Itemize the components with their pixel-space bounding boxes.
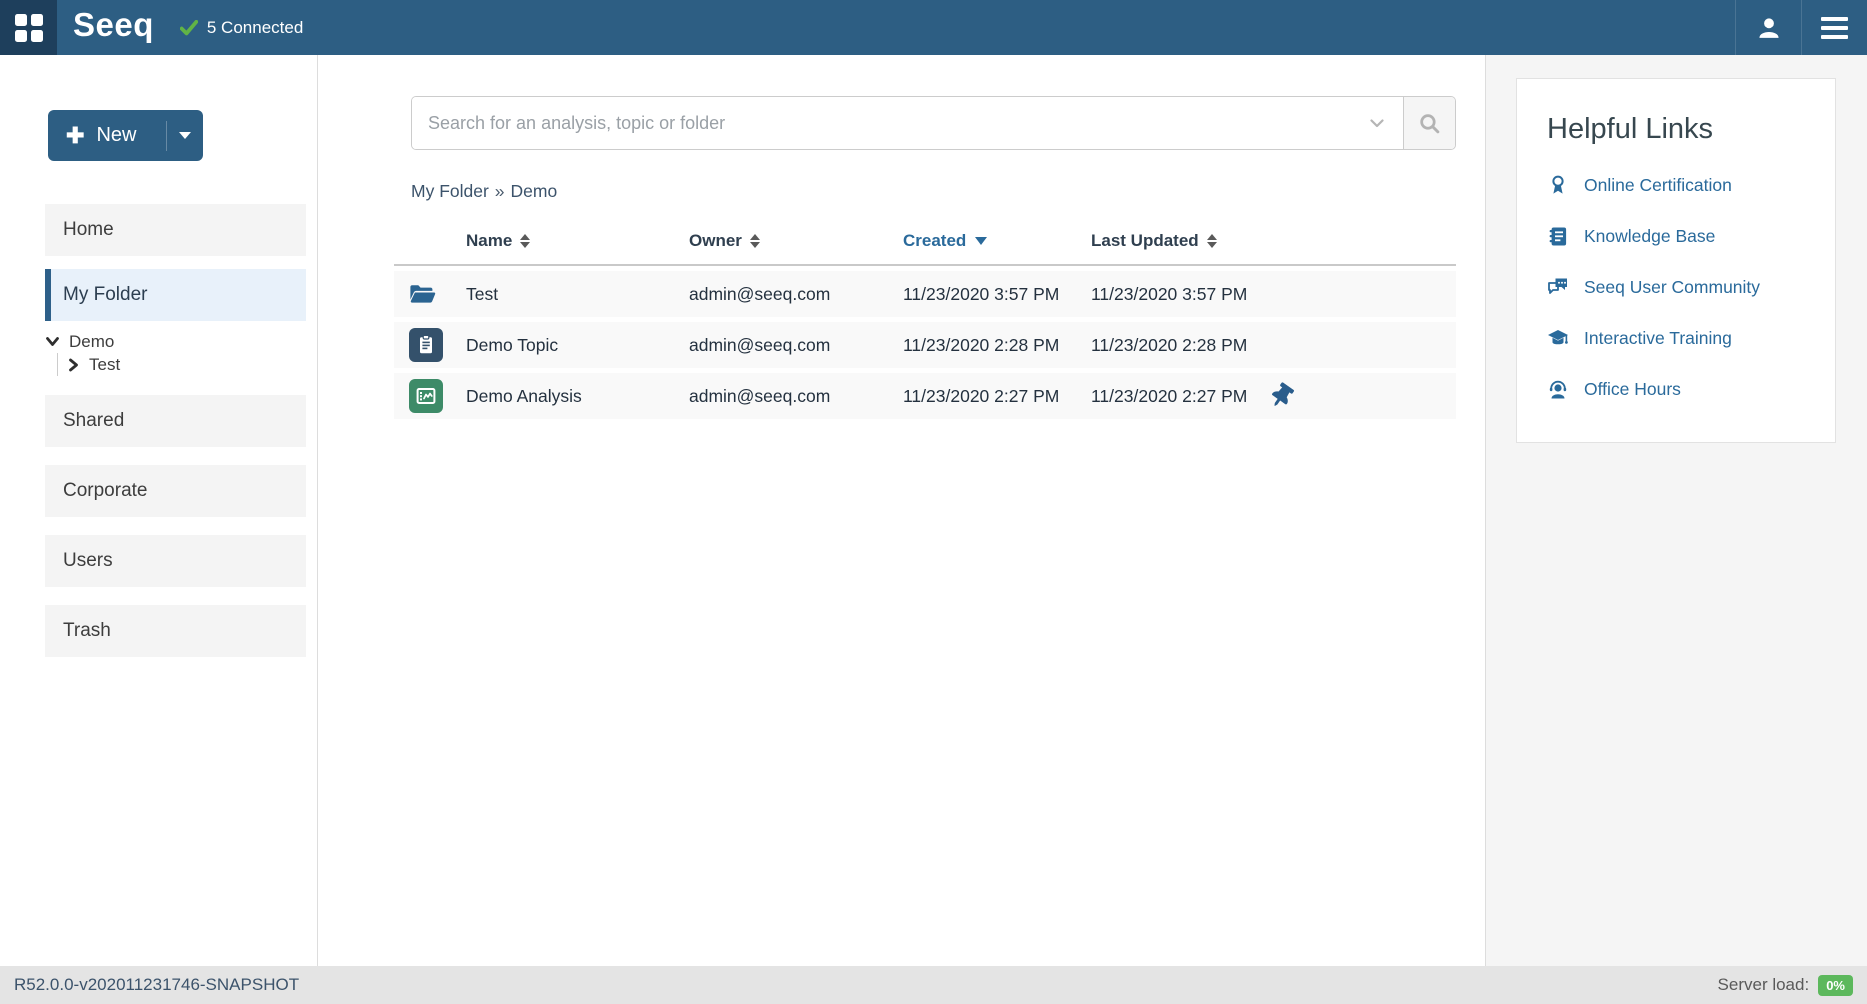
tree-item-demo[interactable]: Demo xyxy=(45,330,317,353)
top-navbar: Seeq 5 Connected xyxy=(0,0,1867,55)
sort-icon xyxy=(520,234,530,248)
right-panel: Helpful Links Online Certification xyxy=(1485,55,1867,966)
content-table: Name Owner Created Last Updated Test adm… xyxy=(394,221,1456,419)
column-header-owner[interactable]: Owner xyxy=(689,231,760,251)
link-label: Online Certification xyxy=(1584,175,1732,196)
search-input[interactable] xyxy=(412,97,1351,149)
status-bar: R52.0.0-v202011231746-SNAPSHOT Server lo… xyxy=(0,966,1867,1004)
app-grid-button[interactable] xyxy=(0,0,57,55)
sidebar-item-label: My Folder xyxy=(63,284,147,306)
tree-item-test[interactable]: Test xyxy=(67,353,317,376)
training-icon xyxy=(1547,329,1569,348)
link-seeq-user-community[interactable]: Seeq User Community xyxy=(1547,277,1815,298)
item-name: Test xyxy=(466,284,689,305)
certification-icon xyxy=(1547,174,1569,196)
sort-desc-icon xyxy=(975,237,987,245)
table-header: Name Owner Created Last Updated xyxy=(394,221,1456,266)
item-created: 11/23/2020 2:28 PM xyxy=(903,335,1091,356)
item-owner: admin@seeq.com xyxy=(689,335,903,356)
link-label: Office Hours xyxy=(1584,379,1681,400)
tree-item-label: Demo xyxy=(69,332,114,352)
new-button-dropdown[interactable] xyxy=(167,132,203,139)
sidebar-item-corporate[interactable]: Corporate xyxy=(45,465,306,517)
chevron-right-icon xyxy=(67,358,80,372)
main-content: My Folder » Demo Name Owner Created Last U… xyxy=(318,55,1485,966)
sidebar-item-label: Home xyxy=(63,219,114,241)
hamburger-icon xyxy=(1821,17,1848,39)
search-dropdown-toggle[interactable] xyxy=(1351,97,1403,149)
item-owner: admin@seeq.com xyxy=(689,386,903,407)
user-profile-button[interactable] xyxy=(1735,0,1801,55)
breadcrumb-separator: » xyxy=(495,181,505,201)
helpful-links-card: Helpful Links Online Certification xyxy=(1516,78,1836,443)
grid-icon xyxy=(15,14,43,42)
column-header-name[interactable]: Name xyxy=(466,231,530,251)
table-row-demo-topic[interactable]: Demo Topic admin@seeq.com 11/23/2020 2:2… xyxy=(394,322,1456,368)
link-label: Interactive Training xyxy=(1584,328,1732,349)
version-label: R52.0.0-v202011231746-SNAPSHOT xyxy=(14,975,299,995)
item-updated: 11/23/2020 2:27 PM xyxy=(1091,386,1247,407)
item-created: 11/23/2020 3:57 PM xyxy=(903,284,1091,305)
item-updated: 11/23/2020 3:57 PM xyxy=(1091,284,1247,305)
sidebar-item-trash[interactable]: Trash xyxy=(45,605,306,657)
link-online-certification[interactable]: Online Certification xyxy=(1547,174,1815,196)
table-row-demo-analysis[interactable]: Demo Analysis admin@seeq.com 11/23/2020 … xyxy=(394,373,1456,419)
sidebar: ✚ New Home My Folder Demo xyxy=(0,55,318,966)
chevron-down-icon xyxy=(1370,119,1384,128)
breadcrumb-current: Demo xyxy=(511,181,558,201)
sidebar-item-label: Users xyxy=(63,550,113,572)
plus-icon: ✚ xyxy=(66,125,84,147)
item-name: Demo Analysis xyxy=(466,386,689,407)
connection-status[interactable]: 5 Connected xyxy=(180,0,303,55)
new-button-label: New xyxy=(96,124,136,147)
search-button[interactable] xyxy=(1403,97,1455,149)
analysis-icon xyxy=(409,379,443,413)
sort-icon xyxy=(750,234,760,248)
checkmark-icon xyxy=(180,20,198,36)
folder-icon xyxy=(409,283,436,305)
link-interactive-training[interactable]: Interactive Training xyxy=(1547,328,1815,349)
column-header-last-updated[interactable]: Last Updated xyxy=(1091,231,1217,251)
new-button[interactable]: ✚ New xyxy=(48,110,203,161)
chevron-down-icon xyxy=(45,335,60,348)
item-created: 11/23/2020 2:27 PM xyxy=(903,386,1091,407)
connection-status-label: 5 Connected xyxy=(207,18,303,38)
topic-icon xyxy=(409,328,443,362)
search-bar xyxy=(411,96,1456,150)
item-name: Demo Topic xyxy=(466,335,689,356)
knowledge-base-icon xyxy=(1547,226,1569,247)
sidebar-item-label: Corporate xyxy=(63,480,148,502)
sidebar-item-shared[interactable]: Shared xyxy=(45,395,306,447)
sidebar-item-label: Trash xyxy=(63,620,111,642)
server-load-label: Server load: xyxy=(1718,975,1810,995)
user-icon xyxy=(1755,14,1783,42)
breadcrumb: My Folder » Demo xyxy=(411,181,1456,202)
table-row-test[interactable]: Test admin@seeq.com 11/23/2020 3:57 PM 1… xyxy=(394,271,1456,317)
search-icon xyxy=(1418,112,1441,135)
item-updated: 11/23/2020 2:28 PM xyxy=(1091,335,1247,356)
seeq-logo[interactable]: Seeq xyxy=(57,0,180,55)
caret-down-icon xyxy=(179,132,191,139)
sidebar-item-label: Shared xyxy=(63,410,124,432)
pin-icon[interactable] xyxy=(1267,381,1296,412)
sidebar-item-home[interactable]: Home xyxy=(45,204,306,256)
link-knowledge-base[interactable]: Knowledge Base xyxy=(1547,226,1815,247)
helpful-links-title: Helpful Links xyxy=(1547,113,1815,146)
link-label: Knowledge Base xyxy=(1584,226,1715,247)
tree-item-label: Test xyxy=(89,355,120,375)
sidebar-item-my-folder[interactable]: My Folder xyxy=(45,269,306,321)
link-label: Seeq User Community xyxy=(1584,277,1760,298)
item-owner: admin@seeq.com xyxy=(689,284,903,305)
sidebar-item-users[interactable]: Users xyxy=(45,535,306,587)
link-office-hours[interactable]: Office Hours xyxy=(1547,379,1815,400)
server-load-badge[interactable]: 0% xyxy=(1818,975,1853,996)
breadcrumb-my-folder[interactable]: My Folder xyxy=(411,181,489,201)
sort-icon xyxy=(1207,234,1217,248)
folder-tree: Demo Test xyxy=(45,330,317,376)
main-menu-button[interactable] xyxy=(1801,0,1867,55)
column-header-created[interactable]: Created xyxy=(903,231,987,251)
office-hours-icon xyxy=(1547,379,1569,400)
community-icon xyxy=(1547,277,1569,298)
